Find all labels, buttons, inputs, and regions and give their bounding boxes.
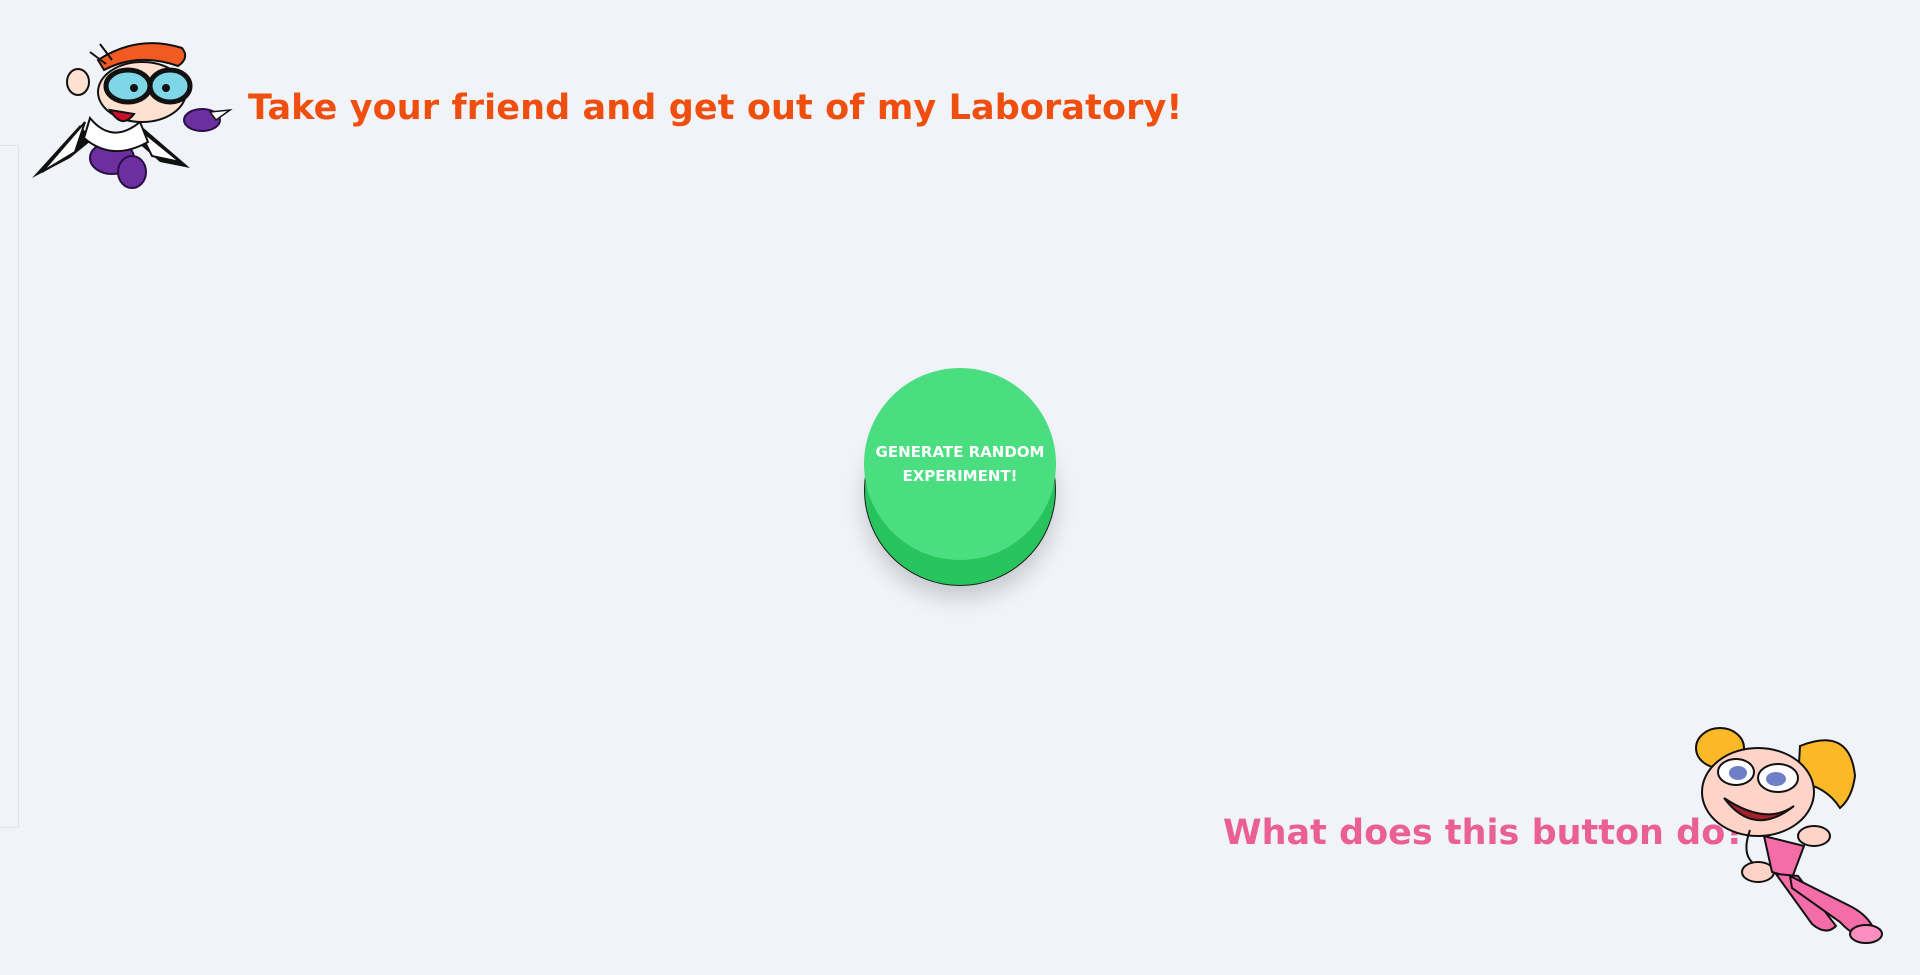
deedee-character-icon	[1695, 727, 1883, 944]
generate-experiment-button-wrapper[interactable]: GENERATE RANDOM EXPERIMENT!	[864, 368, 1056, 586]
generate-experiment-button[interactable]: GENERATE RANDOM EXPERIMENT!	[864, 368, 1056, 560]
left-edge-panel	[0, 145, 19, 828]
button-label: GENERATE RANDOM EXPERIMENT!	[875, 443, 1045, 485]
lab-page: Take your friend and get out of my Labor…	[0, 0, 1920, 975]
dexter-character-icon	[32, 42, 233, 189]
dexter-caption: Take your friend and get out of my Labor…	[248, 88, 1183, 128]
deedee-caption: What does this button do?	[1223, 813, 1746, 853]
